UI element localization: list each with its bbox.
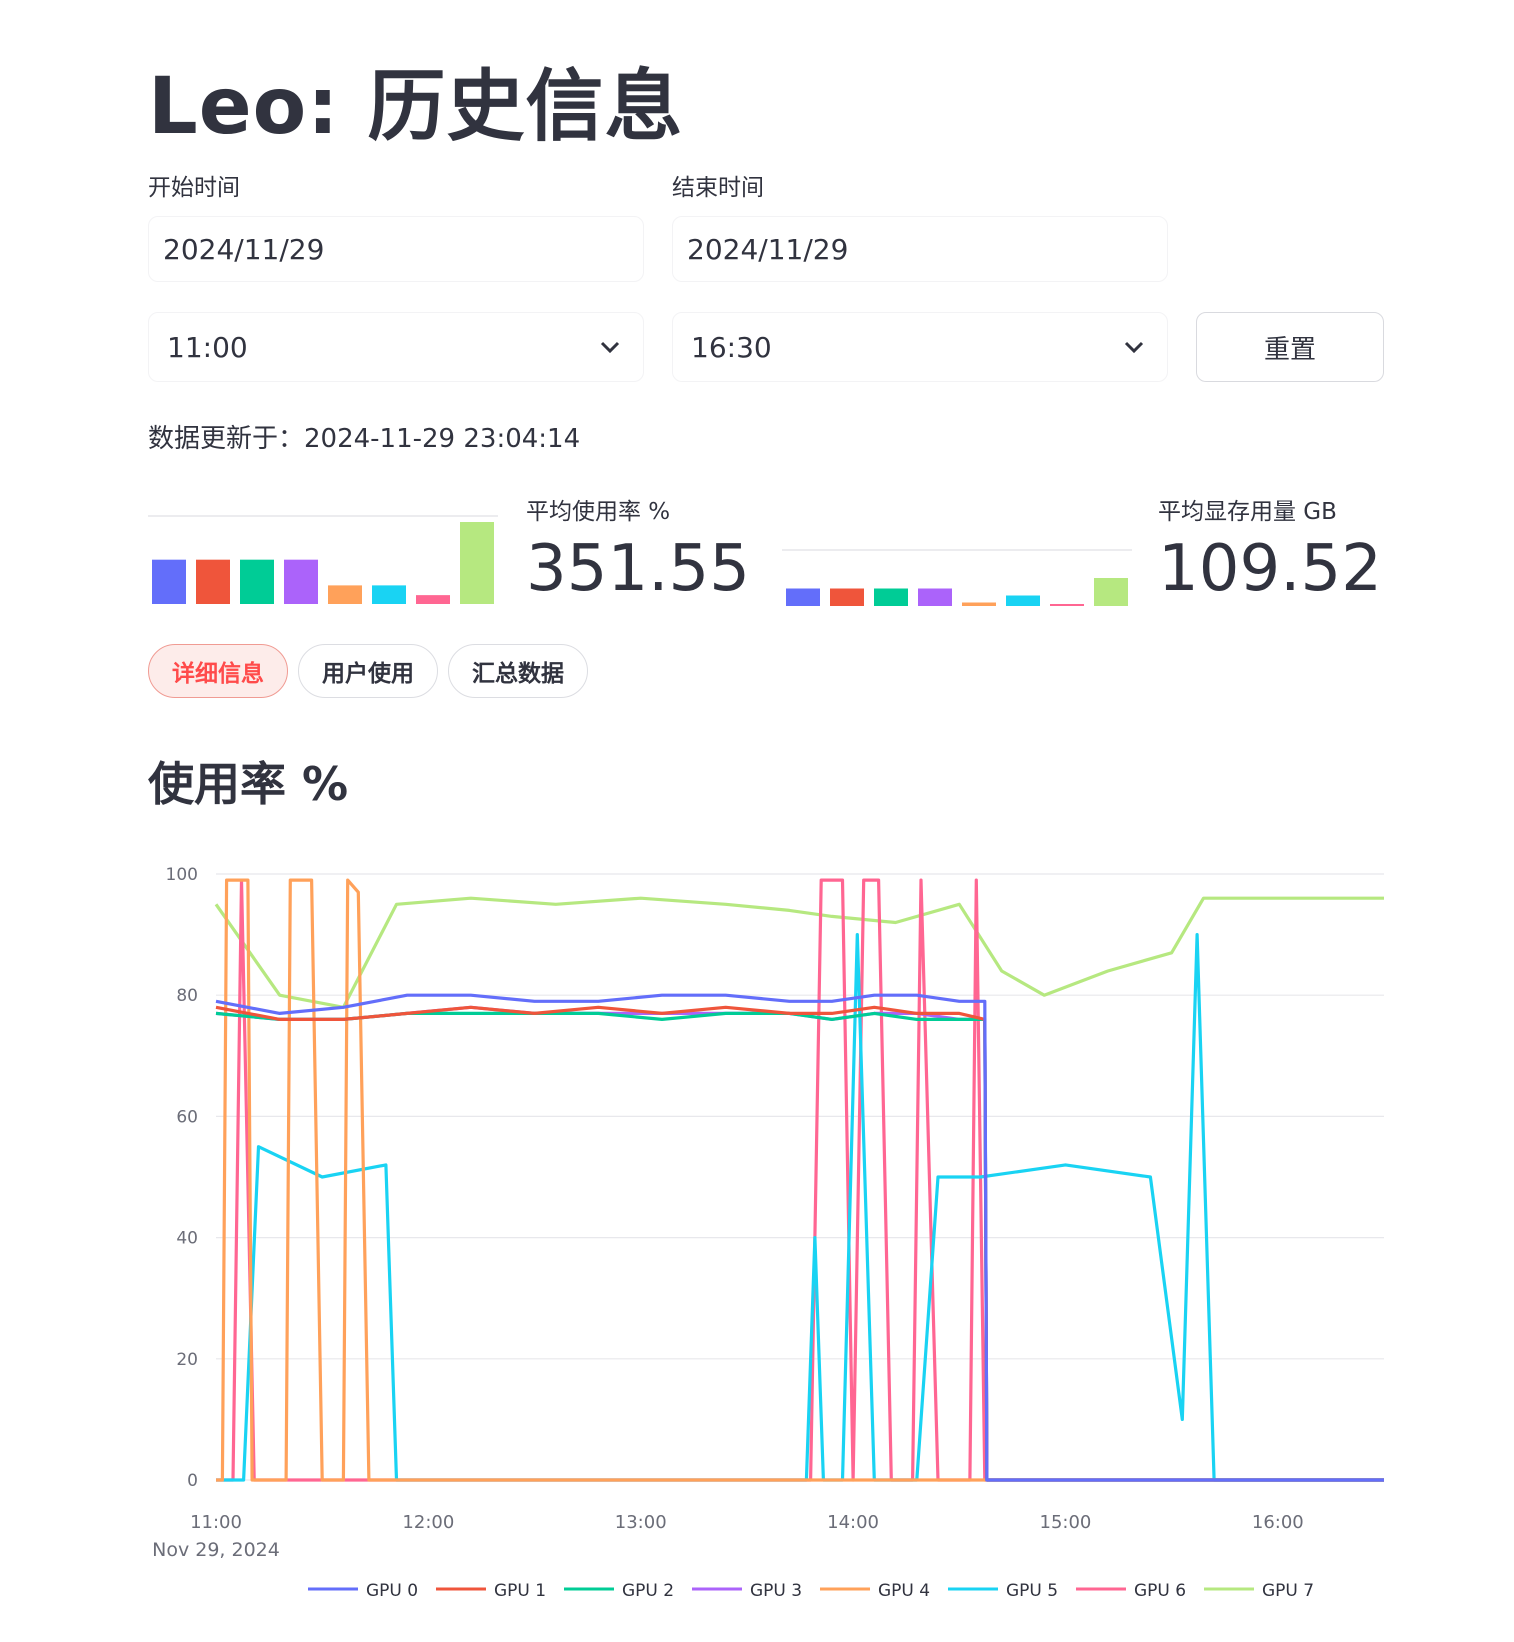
chevron-down-icon: [1119, 332, 1149, 362]
end-time-label: 结束时间: [672, 175, 764, 201]
spark-bar: [460, 522, 494, 604]
spark-bar: [284, 559, 318, 604]
y-tick-label: 20: [176, 1350, 198, 1370]
memory-metric-value: 109.52: [1158, 532, 1382, 606]
spark-bar: [874, 588, 908, 606]
reset-button[interactable]: 重置: [1196, 312, 1384, 382]
legend-label: GPU 5: [1006, 1581, 1058, 1596]
y-tick-label: 40: [176, 1229, 198, 1249]
series-line-gpu-1: [215, 1005, 1384, 1482]
spark-bar: [1050, 604, 1084, 606]
start-date-value: 2024/11/29: [163, 232, 325, 266]
tab-summary-data[interactable]: 汇总数据: [448, 644, 588, 698]
start-date-input[interactable]: 2024/11/29: [148, 216, 644, 282]
end-date-input[interactable]: 2024/11/29: [672, 216, 1168, 282]
spark-bar: [918, 588, 952, 606]
y-tick-label: 0: [187, 1471, 198, 1491]
usage-sparkbar: [148, 515, 498, 604]
usage-metric-label: 平均使用率 %: [526, 499, 671, 525]
usage-metric-value: 351.55: [526, 532, 750, 606]
legend-label: GPU 6: [1134, 1581, 1186, 1596]
tab-details[interactable]: 详细信息: [148, 644, 288, 698]
memory-sparkbar: [782, 549, 1132, 606]
tab-user-usage[interactable]: 用户使用: [298, 644, 438, 698]
section-title: 使用率 %: [148, 757, 349, 811]
y-tick-label: 100: [166, 865, 198, 885]
x-tick-label: 16:00: [1252, 1512, 1304, 1533]
usage-line-chart: 0 20 40 60 80 100 11:00 12:00 13:00 14:00 15:00 16…: [152, 865, 1384, 1596]
data-updated-text: 数据更新于：2024-11-29 23:04:14: [148, 424, 581, 454]
spark-bar: [830, 588, 864, 606]
spark-bar: [372, 585, 406, 604]
y-tick-label: 80: [176, 986, 198, 1006]
page-title: Leo: 历史信息: [148, 62, 684, 152]
x-tick-label: 14:00: [827, 1512, 879, 1533]
spark-bar: [240, 559, 274, 604]
series-line-gpu-4: [216, 878, 1384, 1482]
legend-label: GPU 3: [750, 1581, 802, 1596]
spark-bar: [1006, 595, 1040, 606]
legend-label: GPU 1: [494, 1581, 546, 1596]
legend-label: GPU 2: [622, 1581, 674, 1596]
end-time-value: 16:30: [691, 330, 772, 364]
start-time-label: 开始时间: [148, 175, 240, 201]
x-tick-label: 11:00: [190, 1512, 242, 1533]
x-date-label: Nov 29, 2024: [152, 1539, 280, 1561]
spark-bar: [1094, 578, 1128, 606]
start-time-value: 11:00: [167, 330, 248, 364]
x-tick-label: 13:00: [615, 1512, 667, 1533]
x-tick-label: 15:00: [1040, 1512, 1092, 1533]
spark-bar: [196, 559, 230, 604]
legend-label: GPU 7: [1262, 1581, 1314, 1596]
y-tick-label: 60: [176, 1107, 198, 1127]
spark-bar: [786, 588, 820, 606]
spark-bar: [416, 595, 450, 604]
start-time-select[interactable]: 11:00: [148, 312, 644, 382]
legend-label: GPU 0: [366, 1581, 418, 1596]
x-tick-label: 12:00: [402, 1512, 454, 1533]
spark-bar: [328, 585, 362, 604]
spark-bar: [152, 559, 186, 604]
legend-label: GPU 4: [878, 1581, 930, 1596]
memory-metric-label: 平均显存用量 GB: [1158, 499, 1337, 525]
series-line-gpu-2: [215, 1011, 1384, 1482]
spark-bar: [962, 602, 996, 606]
series-line-gpu-6: [216, 878, 1384, 1482]
end-time-select[interactable]: 16:30: [672, 312, 1168, 382]
chevron-down-icon: [595, 332, 625, 362]
series-line-gpu-3: [215, 1005, 1384, 1482]
series-line-gpu-7: [214, 896, 1384, 1009]
end-date-value: 2024/11/29: [687, 232, 849, 266]
